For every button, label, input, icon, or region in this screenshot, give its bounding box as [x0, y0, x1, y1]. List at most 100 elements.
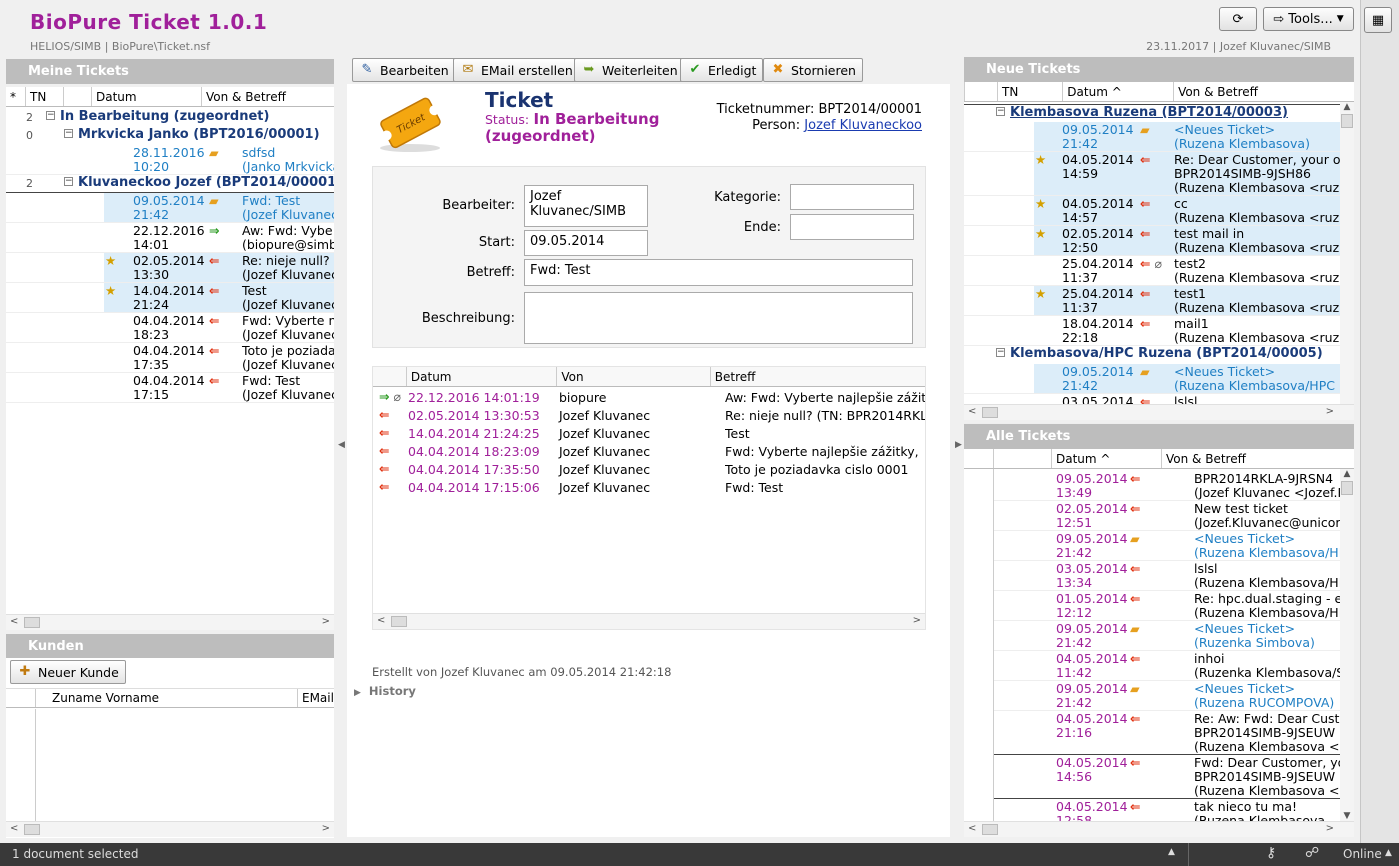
- folder-icon: ▰: [209, 145, 219, 160]
- left-hscrollbar[interactable]: < >: [6, 614, 334, 630]
- category-row[interactable]: − Klembasova/HPC Ruzena (BPT2014/00005): [964, 346, 1340, 364]
- create-email-button[interactable]: ✉ EMail erstellen: [453, 58, 580, 82]
- col-alle-datum[interactable]: Datum ^: [1052, 449, 1162, 468]
- col-von-betreff[interactable]: Von & Betreff: [202, 87, 334, 106]
- mail-from: Jozef Kluvanec: [559, 426, 651, 441]
- ticket-row[interactable]: 04.04.2014 ⇐ 18:23 Fwd: Vyberte n (Jozef…: [6, 313, 334, 343]
- ticket-date: 01.05.2014: [1056, 591, 1128, 606]
- ticket-time: 18:23: [133, 327, 170, 342]
- tools-menu-button[interactable]: ⇨ Tools... ▼: [1263, 7, 1354, 31]
- collapse-icon[interactable]: −: [996, 348, 1005, 357]
- kunden-hscrollbar[interactable]: < >: [6, 821, 334, 837]
- neue-hscrollbar[interactable]: < >: [964, 404, 1354, 420]
- history-toggle[interactable]: ▶ History: [354, 684, 416, 698]
- status-up-arrow-icon[interactable]: ▲: [1168, 847, 1175, 857]
- ticket-row[interactable]: 03.05.2014 ⇐ 13:34 lslsl (Ruzena Klembaso…: [994, 561, 1340, 591]
- category-row[interactable]: − Klembasova Ruzena (BPT2014/00003): [964, 104, 1340, 122]
- ticket-row[interactable]: ★ 04.05.2014 ⇐ 14:59 Re: Dear Customer, …: [964, 152, 1340, 196]
- col-datum[interactable]: Datum: [92, 87, 202, 106]
- col-tn[interactable]: TN: [26, 87, 64, 106]
- kategorie-field[interactable]: [790, 184, 914, 210]
- new-customer-button[interactable]: ✚ Neuer Kunde: [10, 660, 126, 684]
- start-field[interactable]: 09.05.2014: [524, 230, 648, 256]
- category-row[interactable]: 0 − Mrkvicka Janko (BPT2016/00001): [6, 127, 334, 145]
- col-alle-a[interactable]: [964, 449, 994, 468]
- ticket-row[interactable]: ★ 02.05.2014 ⇐ 13:30 Re: nieje null? (Jo…: [6, 253, 334, 283]
- ticket-row[interactable]: 28.11.2016 ▰ 10:20 sdfsd (Janko Mrkvicka: [6, 145, 334, 175]
- ticket-row[interactable]: 09.05.2014 ▰ 21:42 <Neues Ticket> (Ruzena…: [964, 364, 1340, 394]
- alle-hscrollbar[interactable]: < >: [964, 821, 1354, 837]
- ticket-row[interactable]: 09.05.2014 ⇐ 13:49 BPR2014RKLA-9JRSN4 (Jo…: [994, 471, 1340, 501]
- ticket-row[interactable]: 01.05.2014 ⇐ 12:12 Re: hpc.dual.staging …: [994, 591, 1340, 621]
- col-neue-datum[interactable]: Datum ^: [1063, 82, 1175, 101]
- refresh-button[interactable]: ⟳: [1219, 7, 1257, 31]
- mail-row[interactable]: ⇐ 14.04.2014 21:24:25 Jozef Kluvanec Tes…: [373, 425, 925, 443]
- col-email[interactable]: EMail: [298, 689, 334, 707]
- forward-button[interactable]: ➥ Weiterleiten: [574, 58, 685, 82]
- alle-vscrollbar[interactable]: ▲ ▼: [1340, 469, 1354, 821]
- done-button[interactable]: ✔ Erledigt: [680, 58, 764, 82]
- ticket-row[interactable]: 09.05.2014 ▰ 21:42 <Neues Ticket> (Ruzena…: [994, 531, 1340, 561]
- online-status[interactable]: Online: [1343, 847, 1382, 861]
- mail-row[interactable]: ⇐ 04.04.2014 18:23:09 Jozef Kluvanec Fwd…: [373, 443, 925, 461]
- ticket-row[interactable]: 09.05.2014 ▰ 21:42 <Neues Ticket> (Ruzenk…: [994, 621, 1340, 651]
- col-mail-betreff[interactable]: Betreff: [711, 367, 925, 386]
- col-neue-tn[interactable]: TN: [998, 82, 1064, 101]
- ticket-time: 14:56: [1056, 769, 1093, 784]
- beschreibung-field[interactable]: [524, 292, 913, 344]
- mail-row[interactable]: ⇐ 04.04.2014 17:35:50 Jozef Kluvanec Tot…: [373, 461, 925, 479]
- category-row[interactable]: 2 − Kluvaneckoo Jozef (BPT2014/00001): [6, 175, 334, 193]
- ticket-row[interactable]: 25.04.2014 ⇐ ⌀ 11:37 test2 (Ruzena Klemba…: [964, 256, 1340, 286]
- ticket-row[interactable]: 09.05.2014 ▰ 21:42 <Neues Ticket> (Ruzena…: [994, 681, 1340, 711]
- col-mail-von[interactable]: Von: [557, 367, 711, 386]
- mail-hscrollbar[interactable]: < >: [373, 613, 925, 629]
- col-mail-datum[interactable]: Datum: [407, 367, 558, 386]
- mail-row[interactable]: ⇒ ⌀ 22.12.2016 14:01:19 biopure Aw: Fwd:…: [373, 389, 925, 407]
- right-splitter-arrow[interactable]: ▶: [955, 440, 962, 450]
- col-alle-b[interactable]: [994, 449, 1052, 468]
- ticket-row[interactable]: ★ 04.05.2014 ⇐ 14:57 cc (Ruzena Klembasov…: [964, 196, 1340, 226]
- ticket-row[interactable]: 04.04.2014 ⇐ 17:15 Fwd: Test (Jozef Kluv…: [6, 373, 334, 403]
- col-icon[interactable]: [64, 87, 92, 106]
- edit-button[interactable]: ✎ Bearbeiten: [352, 58, 456, 82]
- bearbeiter-field[interactable]: Jozef Kluvanec/SIMB: [524, 185, 648, 227]
- collapse-icon[interactable]: −: [46, 111, 55, 120]
- collapse-icon[interactable]: −: [996, 107, 1005, 116]
- ticket-row[interactable]: 09.05.2014 ▰ 21:42 Fwd: Test (Jozef Kluv…: [6, 193, 334, 223]
- col-mail-icon[interactable]: [373, 367, 407, 386]
- col-star[interactable]: *: [6, 87, 26, 106]
- ticket-row[interactable]: 22.12.2016 ⇒ 14:01 Aw: Fwd: Vybe (biopur…: [6, 223, 334, 253]
- ticket-row[interactable]: 04.05.2014 ⇐ 21:16 Re: Aw: Fwd: Dear Cus…: [994, 711, 1340, 755]
- ticket-row[interactable]: 04.04.2014 ⇐ 17:35 Toto je poziada (Joze…: [6, 343, 334, 373]
- collapse-icon[interactable]: −: [64, 177, 73, 186]
- ticket-row[interactable]: 04.05.2014 ⇐ 11:42 inhoi (Ruzenka Klembas…: [994, 651, 1340, 681]
- person-link[interactable]: Jozef Kluvaneckoo: [804, 118, 922, 133]
- network-icon[interactable]: ☍: [1305, 845, 1319, 861]
- ticket-line: Fwd: Dear Customer, your o: [1194, 755, 1340, 770]
- mail-row[interactable]: ⇐ 04.04.2014 17:15:06 Jozef Kluvanec Fwd…: [373, 479, 925, 497]
- cancel-ticket-button[interactable]: ✖ Stornieren: [763, 58, 863, 82]
- key-icon[interactable]: ⚷: [1266, 845, 1276, 861]
- mail-row[interactable]: ⇐ 02.05.2014 13:30:53 Jozef Kluvanec Re:…: [373, 407, 925, 425]
- ticket-date: 04.05.2014: [1062, 196, 1134, 211]
- ticket-row[interactable]: ★ 14.04.2014 ⇐ 21:24 Test (Jozef Kluvane…: [6, 283, 334, 313]
- ticket-row[interactable]: ★ 02.05.2014 ⇐ 12:50 test mail in (Ruzena…: [964, 226, 1340, 256]
- col-alle-von[interactable]: Von & Betreff: [1162, 449, 1338, 468]
- mail-subject: Toto je poziadavka cislo 0001: [725, 463, 909, 477]
- ticket-row[interactable]: ★ 25.04.2014 ⇐ 11:37 test1 (Ruzena Klemba…: [964, 286, 1340, 316]
- ende-field[interactable]: [790, 214, 914, 240]
- ticket-row[interactable]: 02.05.2014 ⇐ 12:51 New test ticket (Jozef…: [994, 501, 1340, 531]
- category-row[interactable]: 2 − In Bearbeitung (zugeordnet): [6, 109, 334, 127]
- col-neue-von[interactable]: Von & Betreff: [1174, 82, 1354, 101]
- ticket-row[interactable]: 04.05.2014 ⇐ 14:56 Fwd: Dear Customer, y…: [994, 755, 1340, 799]
- online-dropdown-icon[interactable]: ▲: [1385, 848, 1392, 858]
- ticket-row[interactable]: 09.05.2014 ▰ 21:42 <Neues Ticket> (Ruzena…: [964, 122, 1340, 152]
- ticket-line: BPR2014SIMB-9JSEUW: [1194, 769, 1336, 784]
- left-splitter-arrow[interactable]: ◀: [338, 440, 345, 450]
- calendar-button[interactable]: ▦: [1364, 7, 1392, 33]
- betreff-field[interactable]: Fwd: Test: [524, 259, 913, 286]
- collapse-icon[interactable]: −: [64, 129, 73, 138]
- col-name[interactable]: Zuname Vorname: [36, 689, 298, 707]
- ticket-row[interactable]: 18.04.2014 ⇐ 22:18 mail1 (Ruzena Klembaso…: [964, 316, 1340, 346]
- neue-vscrollbar[interactable]: ▲: [1340, 102, 1354, 404]
